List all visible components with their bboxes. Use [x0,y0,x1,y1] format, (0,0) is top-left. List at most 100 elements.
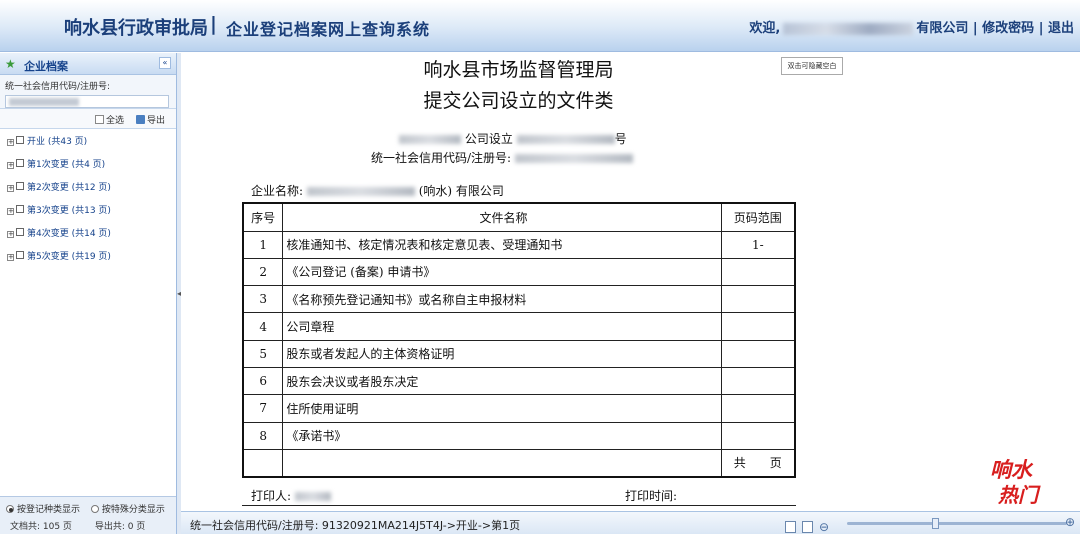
radio-by-special[interactable]: 按特殊分类显示 [90,505,165,515]
cell-name [282,448,722,478]
sidebar-toolbar: 全选 导出 [0,109,176,129]
export-button[interactable]: 导出 [136,113,165,126]
company-suffix: 有限公司 [916,21,969,36]
checkbox[interactable] [16,228,24,236]
file-list-table: 序号 文件名称 页码范围 1 核准通知书、核定情况表和核定意见表、受理通知书 1- … [242,202,796,478]
tree-item-change-4[interactable]: + 第4次变更 (共14 页) [0,225,176,248]
cell-seq: 1 [242,230,284,259]
document-viewer: 响水县市场监督管理局 提交公司设立的文件类 双击可隐藏空白 公司设立 号 统一社… [181,53,1080,510]
expand-icon[interactable]: + [7,208,14,215]
sidebar: ★ 企业档案 « 统一社会信用代码/注册号: 全选 导出 + 开业 (共43 页)… [0,53,177,534]
tree-item-label: 开业 (共43 页) [27,137,88,147]
setup-number-line: 公司设立 号 [399,130,627,147]
star-icon: ★ [5,57,16,71]
expand-icon[interactable]: + [7,254,14,261]
radio-label: 按登记种类显示 [17,505,81,515]
collapse-icon[interactable]: « [159,57,171,69]
redacted-credit-code [514,154,633,163]
checkbox[interactable] [16,182,24,190]
title-separator: | [210,13,217,35]
fit-width-icon[interactable] [785,520,796,533]
company-name-line: 企业名称: (响水) 有限公司 [251,182,504,199]
redacted-prefix [399,135,461,144]
checkbox-icon [95,115,104,124]
checkbox[interactable] [16,251,24,259]
watermark-line2: 热门 [998,483,1038,507]
cell-name: 《名称预先登记通知书》或名称自主申报材料 [282,285,722,314]
table-row: 8 《承诺书》 [242,421,796,450]
table-row: 6 股东会决议或者股东决定 [242,366,796,396]
tree-item-opening[interactable]: + 开业 (共43 页) [0,133,176,156]
cell-pages [720,312,796,341]
tree-item-label: 第2次变更 (共12 页) [27,183,111,193]
cell-pages [720,257,796,287]
cell-seq: 2 [242,257,284,287]
tree-item-change-2[interactable]: + 第2次变更 (共12 页) [0,179,176,202]
checkbox[interactable] [16,159,24,167]
welcome-text: 欢迎, [749,21,781,36]
tree-item-change-3[interactable]: + 第3次变更 (共13 页) [0,202,176,225]
setup-text: 公司设立 [464,132,513,146]
user-bar: 欢迎, 有限公司 | 修改密码 | 退出 [749,17,1074,36]
expand-icon[interactable]: + [7,162,14,169]
archive-tree: + 开业 (共43 页) + 第1次变更 (共4 页) + 第2次变更 (共12 页)… [0,129,176,271]
table-total-row: 共 页 [242,448,796,478]
app-subtitle: 企业登记档案网上查询系统 [226,20,431,39]
checkbox[interactable] [16,205,24,213]
doc-title-line2: 提交公司设立的文件类 [423,90,614,112]
zoom-slider[interactable] [847,518,1067,529]
tree-item-label: 第5次变更 (共19 页) [27,252,111,262]
app-title: 响水县行政审批局 [64,18,208,39]
doc-total: 文档共: 105 页 [10,522,72,532]
cell-seq: 8 [242,421,284,450]
watermark-logo: 响水 热门 [984,452,1054,510]
table-row: 7 住所使用证明 [242,394,796,423]
search-area: 统一社会信用代码/注册号: [0,75,176,109]
cell-name: 核准通知书、核定情况表和核定意见表、受理通知书 [282,230,722,259]
tree-item-label: 第4次变更 (共14 页) [27,229,111,239]
radio-icon [90,505,99,513]
bottom-rule [242,505,796,506]
expand-icon[interactable]: + [7,139,14,146]
app-header: 响水县行政审批局 | 企业登记档案网上查询系统 欢迎, 有限公司 | 修改密码 |… [0,0,1080,52]
checkbox[interactable] [16,136,24,144]
zoom-out-icon[interactable]: ⊖ [819,520,829,534]
table-row: 5 股东或者发起人的主体资格证明 [242,339,796,368]
tree-item-label: 第3次变更 (共13 页) [27,206,111,216]
logout-link[interactable]: 退出 [1048,21,1074,36]
cell-seq: 6 [242,366,284,396]
tree-item-change-5[interactable]: + 第5次变更 (共19 页) [0,248,176,271]
table-row: 1 核准通知书、核定情况表和核定意见表、受理通知书 1- [242,230,796,259]
select-all-checkbox[interactable]: 全选 [95,113,124,126]
export-label: 导出 [147,116,166,126]
expand-icon[interactable]: + [7,185,14,192]
printer-label: 打印人: [251,489,292,503]
status-bar: 统一社会信用代码/注册号: 91320921MA214J5T4J->开业->第1… [181,511,1080,534]
tree-item-change-1[interactable]: + 第1次变更 (共4 页) [0,156,176,179]
cell-seq: 5 [242,339,284,368]
tree-item-label: 第1次变更 (共4 页) [27,160,106,170]
expand-icon[interactable]: + [7,231,14,238]
search-label: 统一社会信用代码/注册号: [5,82,111,92]
export-icon [136,115,145,124]
zoom-slider-thumb[interactable] [932,518,939,529]
cell-pages [720,421,796,450]
table-header-row: 序号 文件名称 页码范围 [242,202,796,232]
doc-title-line1: 响水县市场监督管理局 [423,59,614,81]
cell-name: 住所使用证明 [282,394,722,423]
hide-blank-button[interactable]: 双击可隐藏空白 [781,57,843,75]
redacted-number [516,135,615,144]
company-name-label: 企业名称: [251,184,304,198]
search-input[interactable] [5,95,169,108]
radio-by-category[interactable]: 按登记种类显示 [6,505,80,515]
divider: | [1038,21,1044,36]
redacted-printer [294,492,331,501]
change-password-link[interactable]: 修改密码 [982,21,1034,36]
radio-icon [6,505,14,513]
redacted-company-name [306,187,415,196]
cell-name: 股东或者发起人的主体资格证明 [282,339,722,368]
credit-code-line: 统一社会信用代码/注册号: [371,149,633,166]
cell-pages [720,394,796,423]
fit-page-icon[interactable] [802,520,813,533]
zoom-in-icon[interactable]: ⊕ [1065,515,1075,529]
